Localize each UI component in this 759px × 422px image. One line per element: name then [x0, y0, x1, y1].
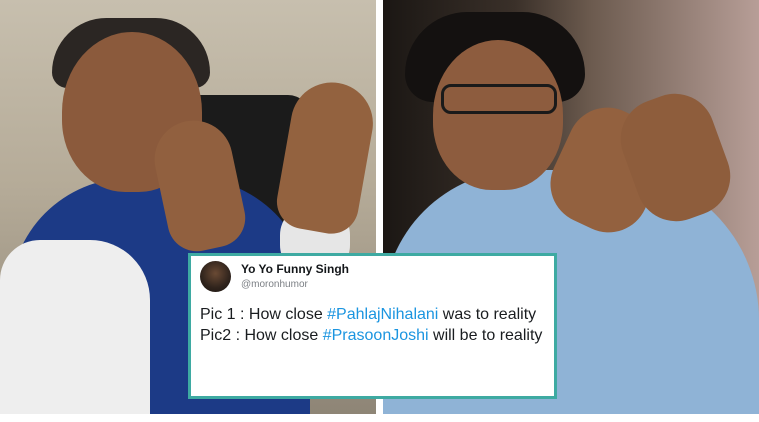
tweet-text: Pic 1 : How close #PahlajNihalani was to… [200, 304, 550, 346]
tweet-text-line2-prefix: Pic2 : How close [200, 327, 323, 344]
hashtag-link-pahlajnihalani[interactable]: #PahlajNihalani [327, 306, 438, 323]
bottom-border [0, 414, 759, 422]
hashtag-link-prasoonjoshi[interactable]: #PrasoonJoshi [323, 327, 429, 344]
glasses [441, 84, 557, 114]
tweet-text-line2-suffix: will be to reality [428, 327, 543, 344]
display-name[interactable]: Yo Yo Funny Singh [241, 262, 349, 276]
tweet-card: Yo Yo Funny Singh @moronhumor Pic 1 : Ho… [188, 253, 557, 399]
tweet-text-line1-prefix: Pic 1 : How close [200, 306, 328, 323]
tweet-text-line1-suffix: was to reality [438, 306, 537, 323]
white-shirt-sleeve [0, 240, 150, 414]
avatar[interactable] [200, 261, 231, 292]
face [433, 40, 563, 190]
user-handle[interactable]: @moronhumor [241, 279, 308, 290]
